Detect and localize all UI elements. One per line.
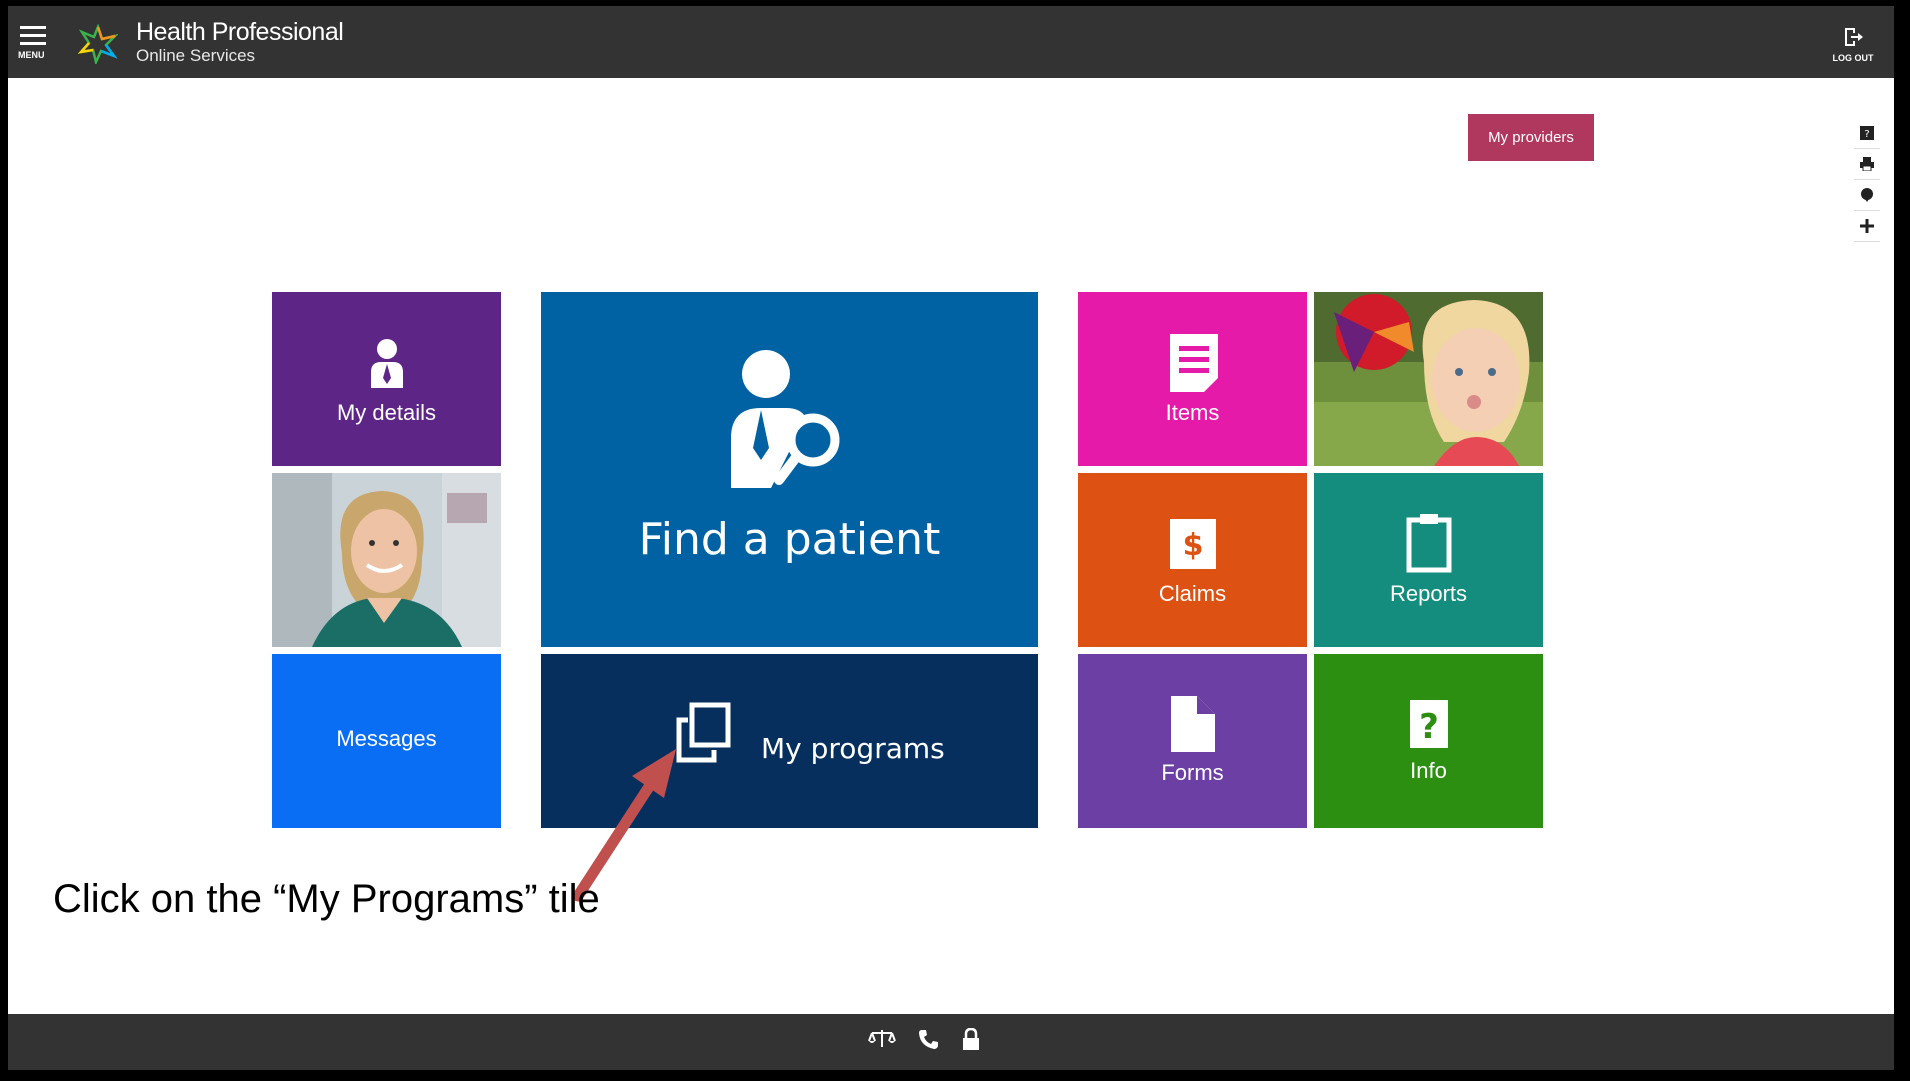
clipboard-icon xyxy=(1406,514,1452,573)
logout-button[interactable]: LOG OUT xyxy=(1830,26,1876,63)
tile-forms[interactable]: Forms xyxy=(1078,654,1307,828)
tile-info[interactable]: ? Info xyxy=(1314,654,1543,828)
instruction-caption: Click on the “My Programs” tile xyxy=(53,877,600,921)
my-providers-button[interactable]: My providers xyxy=(1468,114,1594,161)
tile-label: Messages xyxy=(336,726,437,751)
logout-icon xyxy=(1845,28,1863,46)
tile-label: Info xyxy=(1410,758,1447,783)
brand-title-line2: Online Services xyxy=(136,46,256,65)
hamburger-icon xyxy=(20,26,46,29)
menu-button[interactable]: MENU xyxy=(18,26,50,70)
brand-title-line1: Health Professional xyxy=(136,18,344,46)
star-logo-icon xyxy=(78,24,118,64)
tile-claims[interactable]: $ Claims xyxy=(1078,473,1307,647)
svg-text:$: $ xyxy=(1183,528,1204,563)
add-icon[interactable] xyxy=(1854,211,1880,242)
logout-label: LOG OUT xyxy=(1832,53,1874,63)
tile-label: Claims xyxy=(1158,581,1227,606)
footer-bar xyxy=(8,1014,1894,1070)
person-search-icon xyxy=(731,350,840,488)
footer-icons xyxy=(868,1028,1008,1050)
question-icon: ? xyxy=(1410,700,1448,748)
print-icon[interactable] xyxy=(1854,149,1880,180)
tile-label: Reports xyxy=(1389,581,1468,606)
tile-label: Forms xyxy=(1161,760,1224,785)
top-bar: MENU Health Professional Online Services… xyxy=(8,6,1894,78)
tile-label: Find a patient xyxy=(638,514,941,565)
menu-label: MENU xyxy=(18,50,45,60)
person-icon xyxy=(371,339,403,388)
child-photo-image xyxy=(1314,292,1543,466)
brand-title: Health Professional Online Services xyxy=(136,18,344,65)
feedback-icon[interactable] xyxy=(1854,180,1880,211)
side-toolbar: ? xyxy=(1854,118,1880,242)
lock-icon[interactable] xyxy=(962,1028,980,1050)
tile-label: My details xyxy=(336,400,437,425)
photo-nurse xyxy=(272,473,501,647)
file-icon xyxy=(1171,696,1215,752)
tile-reports[interactable]: Reports xyxy=(1314,473,1543,647)
app-window: MENU Health Professional Online Services… xyxy=(8,6,1894,1070)
tile-find-a-patient[interactable]: Find a patient xyxy=(541,292,1038,647)
dollar-icon: $ xyxy=(1170,519,1216,569)
tile-label: Items xyxy=(1165,400,1220,425)
tile-items[interactable]: Items xyxy=(1078,292,1307,466)
tile-my-details[interactable]: My details xyxy=(272,292,501,466)
hamburger-icon-bar xyxy=(20,42,46,45)
help-icon[interactable]: ? xyxy=(1854,118,1880,149)
phone-icon[interactable] xyxy=(918,1028,940,1050)
svg-text:?: ? xyxy=(1864,129,1869,140)
nurse-photo-image xyxy=(272,473,501,647)
hamburger-icon-bar xyxy=(20,34,46,37)
document-list-icon xyxy=(1170,334,1218,392)
tile-label: My programs xyxy=(761,732,945,765)
tile-messages[interactable]: Messages xyxy=(272,654,501,828)
photo-child xyxy=(1314,292,1543,466)
svg-text:?: ? xyxy=(1419,707,1439,747)
scales-icon[interactable] xyxy=(868,1028,896,1050)
